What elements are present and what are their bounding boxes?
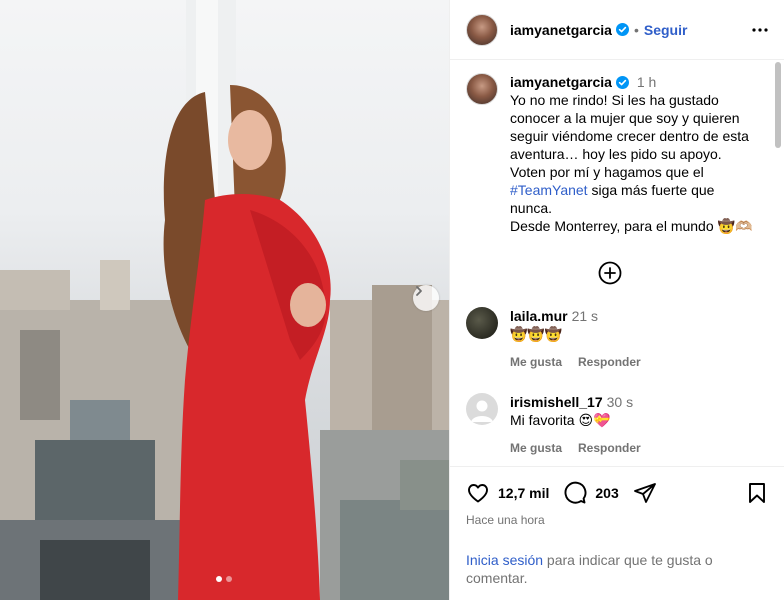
carousel-dot-active xyxy=(216,576,222,582)
post-caption: iamyanetgarcia 1 h Yo no me rindo! Si le… xyxy=(466,73,754,235)
comment-icon[interactable] xyxy=(563,481,587,505)
comments-scrollbar[interactable] xyxy=(774,62,782,466)
comment-item: irismishell_17 30 s Mi favorita 😍💝 Me gus… xyxy=(466,393,754,457)
comments-section[interactable]: iamyanetgarcia 1 h Yo no me rindo! Si le… xyxy=(450,61,770,466)
next-photo-button[interactable] xyxy=(413,285,439,311)
plus-circle-icon xyxy=(598,261,622,285)
post-time[interactable]: Hace una hora xyxy=(466,513,768,527)
comment-reply-button[interactable]: Responder xyxy=(578,439,641,457)
load-more-comments-button[interactable] xyxy=(466,261,754,285)
comment-item: laila.mur 21 s 🤠🤠🤠 Me gusta Responder xyxy=(466,307,754,371)
login-link[interactable]: Inicia sesión xyxy=(466,552,543,568)
likes-count[interactable]: 12,7 mil xyxy=(498,485,549,501)
carousel-indicator xyxy=(216,576,232,582)
bookmark-icon[interactable] xyxy=(746,482,768,504)
comments-count[interactable]: 203 xyxy=(595,485,618,501)
comment-text: Mi favorita 😍💝 xyxy=(510,412,611,428)
heart-icon[interactable] xyxy=(466,481,490,505)
login-prompt: Inicia sesión para indicar que te gusta … xyxy=(466,551,768,587)
commenter-username[interactable]: laila.mur xyxy=(510,308,568,324)
post-actions-area: 12,7 mil 203 Hace una hora Inicia sesión… xyxy=(450,466,784,587)
post-photo[interactable] xyxy=(0,0,449,600)
commenter-avatar[interactable] xyxy=(466,307,498,339)
scrollbar-thumb[interactable] xyxy=(775,62,781,148)
comment-like-button[interactable]: Me gusta xyxy=(510,353,562,371)
verified-badge-icon xyxy=(615,23,629,36)
commenter-avatar[interactable] xyxy=(466,393,498,425)
post-side-panel: iamyanetgarcia • Seguir iamyanetgarcia 1… xyxy=(449,0,784,600)
post-header: iamyanetgarcia • Seguir xyxy=(450,0,784,60)
carousel-dot xyxy=(226,576,232,582)
caption-text-part1: Yo no me rindo! Si les ha gustado conoce… xyxy=(510,92,753,180)
comment-like-button[interactable]: Me gusta xyxy=(510,439,562,457)
caption-text: Yo no me rindo! Si les ha gustado conoce… xyxy=(510,91,754,235)
follow-button[interactable]: Seguir xyxy=(644,22,688,38)
verified-badge-icon xyxy=(615,76,629,89)
comment-reply-button[interactable]: Responder xyxy=(578,353,641,371)
caption-username[interactable]: iamyanetgarcia xyxy=(510,74,612,90)
author-username[interactable]: iamyanetgarcia xyxy=(510,22,612,38)
chevron-right-icon xyxy=(416,286,422,296)
photo-illustration xyxy=(0,0,449,600)
comment-text: 🤠🤠🤠 xyxy=(510,326,563,342)
more-options-icon[interactable] xyxy=(752,27,768,32)
hashtag-link[interactable]: #TeamYanet xyxy=(510,182,588,198)
caption-time[interactable]: 1 h xyxy=(637,74,656,90)
comment-time[interactable]: 30 s xyxy=(607,394,633,410)
commenter-username[interactable]: irismishell_17 xyxy=(510,394,603,410)
comment-time[interactable]: 21 s xyxy=(572,308,598,324)
share-icon[interactable] xyxy=(633,481,657,505)
default-avatar-icon xyxy=(471,400,493,422)
caption-avatar[interactable] xyxy=(466,73,498,105)
header-separator: • xyxy=(633,21,639,38)
author-avatar[interactable] xyxy=(466,13,498,46)
